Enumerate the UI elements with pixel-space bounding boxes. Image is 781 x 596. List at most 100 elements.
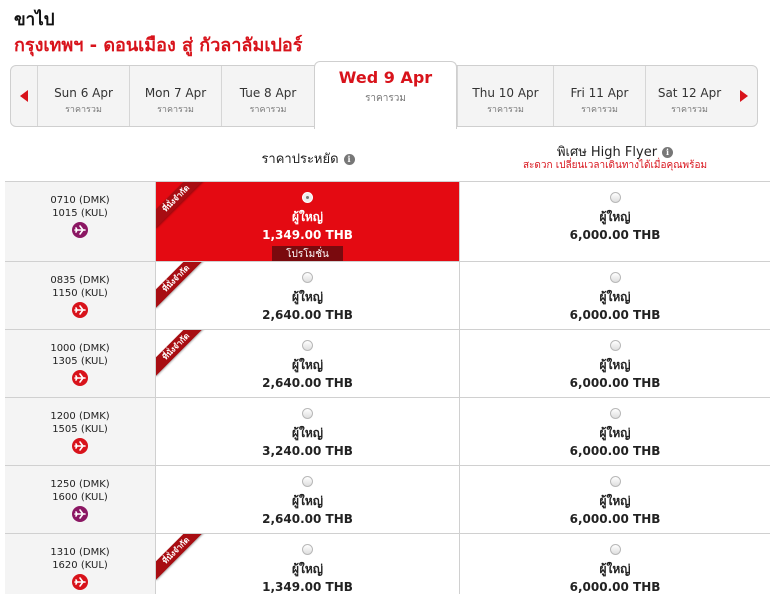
economy-fare-radio[interactable] (302, 340, 313, 351)
date-label: Tue 8 Apr (239, 86, 297, 100)
highflyer-fare-radio[interactable] (609, 476, 621, 487)
passenger-type: ผู้ใหญ่ (599, 358, 631, 372)
date-label: Thu 10 Apr (472, 86, 539, 100)
date-label: Mon 7 Apr (144, 86, 207, 100)
passenger-type: ผู้ใหญ่ (599, 562, 631, 576)
arrival-time: 1015 (KUL) (52, 208, 108, 219)
passenger-type: ผู้ใหญ่ (291, 426, 324, 440)
highflyer-fare-option[interactable]: ผู้ใหญ่ 6,000.00 THB (460, 466, 770, 533)
highflyer-fare-option[interactable]: ผู้ใหญ่ 6,000.00 THB (460, 262, 770, 329)
arrival-time: 1305 (KUL) (52, 356, 108, 367)
flight-row: 1000 (DMK) 1305 (KUL) ที่นั่งจำกัด ผู้ใหญ่ 2… (5, 330, 770, 398)
flight-row: 1250 (DMK) 1600 (KUL) ผู้ใหญ่ 2,640.00 THB ผ… (5, 466, 770, 534)
highflyer-fare-option[interactable]: ผู้ใหญ่ 6,000.00 THB (460, 398, 770, 465)
flight-times: 0710 (DMK) 1015 (KUL) (5, 182, 156, 261)
highflyer-fare-radio[interactable] (609, 544, 621, 555)
passenger-type: ผู้ใหญ่ (599, 290, 631, 304)
flight-row: 1310 (DMK) 1620 (KUL) ที่นั่งจำกัด ผู้ใหญ่ 1… (5, 534, 770, 594)
passenger-type: ผู้ใหญ่ (291, 358, 324, 372)
date-tab-fri-11[interactable]: Fri 11 Apr ราคารวม (553, 66, 645, 126)
highflyer-price: 6,000.00 THB (569, 444, 661, 458)
passenger-type: ผู้ใหญ่ (599, 494, 631, 508)
info-icon[interactable]: i (662, 147, 674, 158)
highflyer-fare-radio[interactable] (609, 192, 621, 203)
next-dates-button[interactable] (731, 66, 757, 126)
info-icon[interactable]: i (343, 154, 355, 165)
highflyer-fare-option[interactable]: ผู้ใหญ่ 6,000.00 THB (460, 182, 770, 261)
route-title: กรุงเทพฯ - ดอนเมือง สู่ กัวลาลัมเปอร์ (14, 35, 303, 56)
date-price: ราคารวม (365, 93, 406, 104)
departure-time: 1200 (DMK) (50, 411, 110, 422)
date-label: Fri 11 Apr (570, 86, 629, 100)
highflyer-fare-option[interactable]: ผู้ใหญ่ 6,000.00 THB (460, 330, 770, 397)
flight-times: 1250 (DMK) 1600 (KUL) (5, 466, 156, 533)
departure-time: 0710 (DMK) (50, 195, 110, 206)
flight-row: 0710 (DMK) 1015 (KUL) ที่นั่งจำกัด ผู้ใหญ่ 1… (5, 182, 770, 262)
date-tab-wed-9[interactable]: Wed 9 Apr ราคารวม (314, 61, 457, 129)
economy-fare-option[interactable]: ที่นั่งจำกัดผู้ใหญ่1,349.00 THBโปรโมชั่น (156, 182, 460, 261)
date-label: Wed 9 Apr (338, 68, 433, 87)
airline-logo-icon (72, 302, 88, 318)
economy-column-header: ราคาประหยัด i (156, 148, 460, 169)
date-price: ราคารวม (65, 105, 102, 115)
date-selector: Sun 6 Apr ราคารวม Mon 7 Apr ราคารวม Tue … (10, 61, 758, 129)
date-tab-sun-6[interactable]: Sun 6 Apr ราคารวม (37, 66, 129, 126)
flight-times: 1000 (DMK) 1305 (KUL) (5, 330, 156, 397)
economy-fare-option[interactable]: ผู้ใหญ่ 3,240.00 THB (156, 398, 460, 465)
economy-price: 2,640.00 THB (262, 376, 353, 390)
arrival-time: 1620 (KUL) (52, 560, 108, 571)
economy-price: 1,349.00 THB (262, 580, 353, 594)
economy-column-label: ราคาประหยัด (261, 152, 339, 167)
date-tab-tue-8[interactable]: Tue 8 Apr ราคารวม (221, 66, 314, 126)
highflyer-fare-radio[interactable] (609, 408, 621, 419)
arrival-time: 1150 (KUL) (52, 288, 108, 299)
economy-fare-option[interactable]: ผู้ใหญ่ 2,640.00 THB (156, 466, 460, 533)
economy-price: 1,349.00 THB (262, 228, 353, 242)
passenger-type: ผู้ใหญ่ (291, 210, 324, 224)
economy-fare-radio[interactable] (302, 272, 313, 283)
passenger-type: ผู้ใหญ่ (599, 426, 631, 440)
date-label: Sun 6 Apr (54, 86, 113, 100)
airline-logo-icon (72, 438, 88, 454)
flight-times: 0835 (DMK) 1150 (KUL) (5, 262, 156, 329)
passenger-type: ผู้ใหญ่ (291, 290, 324, 304)
promotion-badge: โปรโมชั่น (272, 246, 343, 261)
flight-row: 0835 (DMK) 1150 (KUL) ที่นั่งจำกัด ผู้ใหญ่ 2… (5, 262, 770, 330)
highflyer-fare-radio[interactable] (609, 272, 621, 283)
highflyer-fare-radio[interactable] (609, 340, 621, 351)
arrow-right-icon (740, 90, 748, 102)
economy-fare-option[interactable]: ที่นั่งจำกัด ผู้ใหญ่ 2,640.00 THB (156, 262, 460, 329)
date-price: ราคารวม (671, 105, 708, 115)
economy-fare-option[interactable]: ที่นั่งจำกัด ผู้ใหญ่ 2,640.00 THB (156, 330, 460, 397)
highflyer-price: 6,000.00 THB (569, 580, 661, 594)
departure-time: 1250 (DMK) (50, 479, 110, 490)
flight-table: 0710 (DMK) 1015 (KUL) ที่นั่งจำกัด ผู้ใหญ่ 1… (5, 181, 770, 594)
economy-fare-radio[interactable] (302, 544, 313, 555)
passenger-type: ผู้ใหญ่ (599, 210, 631, 224)
date-price: ราคารวม (249, 105, 287, 115)
economy-fare-option[interactable]: ที่นั่งจำกัดผู้ใหญ่1,349.00 THBโปรโมชั่น (156, 534, 460, 594)
airline-logo-icon (72, 574, 88, 590)
economy-fare-radio[interactable] (302, 476, 313, 487)
airline-logo-icon (72, 222, 88, 238)
airline-logo-icon (72, 506, 88, 522)
highflyer-price: 6,000.00 THB (569, 308, 661, 322)
date-tab-thu-10[interactable]: Thu 10 Apr ราคารวม (457, 66, 553, 126)
date-tab-mon-7[interactable]: Mon 7 Apr ราคารวม (129, 66, 221, 126)
prev-dates-button[interactable] (11, 66, 37, 126)
highflyer-price: 6,000.00 THB (569, 376, 661, 390)
arrival-time: 1600 (KUL) (52, 492, 108, 503)
highflyer-price: 6,000.00 THB (569, 228, 661, 242)
passenger-type: ผู้ใหญ่ (291, 494, 324, 508)
highflyer-fare-option[interactable]: ผู้ใหญ่ 6,000.00 THB (460, 534, 770, 594)
date-tab-sat-12[interactable]: Sat 12 Apr ราคารวม (645, 66, 733, 126)
departure-time: 1000 (DMK) (50, 343, 110, 354)
economy-price: 2,640.00 THB (262, 308, 353, 322)
economy-fare-radio[interactable] (302, 192, 313, 203)
flight-times: 1310 (DMK) 1620 (KUL) (5, 534, 156, 594)
highflyer-subtitle: สะดวก เปลี่ยนเวลาเดินทางได้เมื่อคุณพร้อม (522, 160, 708, 171)
economy-fare-radio[interactable] (302, 408, 313, 419)
direction-label: ขาไป (14, 10, 55, 30)
arrival-time: 1505 (KUL) (52, 424, 108, 435)
arrow-left-icon (20, 90, 28, 102)
